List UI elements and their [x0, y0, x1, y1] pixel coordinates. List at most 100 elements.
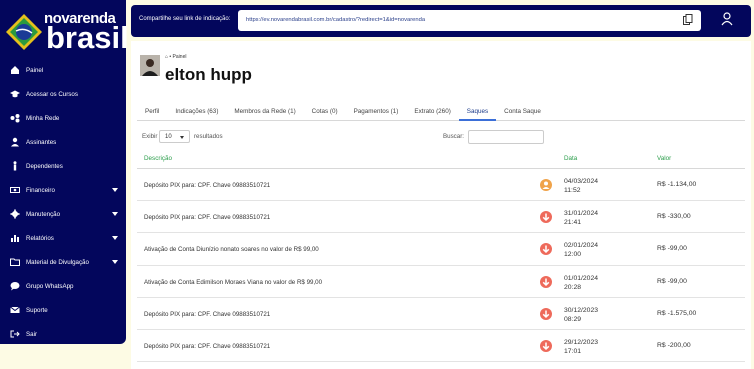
row-date: 02/01/2024	[564, 242, 599, 250]
row-time: 11:52	[564, 187, 581, 194]
flag-icon	[6, 14, 42, 50]
table-row: Depósito PIX para: CPF. Chave 0988351072…	[137, 298, 745, 330]
sidebar-item-sair[interactable]: Sair	[0, 322, 126, 346]
table-body: Depósito PIX para: CPF. Chave 0988351072…	[137, 169, 745, 363]
sidebar-item-manuten-o[interactable]: Manutenção	[0, 202, 126, 226]
home-icon	[10, 65, 20, 75]
money-icon	[10, 185, 20, 195]
arrow-down-status-icon	[540, 243, 552, 256]
breadcrumb: ⌂ • Painel	[165, 54, 186, 60]
main-panel: ⌂ • Painel elton hupp Perfil Indicações (…	[131, 41, 751, 369]
arrow-down-status-icon	[540, 339, 552, 352]
row-time: 21:41	[564, 219, 582, 227]
tab-membros-da-rede-1[interactable]: Membros da Rede (1)	[226, 103, 303, 121]
sidebar-item-label: Grupo WhatsApp	[26, 282, 74, 290]
header-date[interactable]: Data	[564, 155, 577, 162]
table-row: Depósito PIX para: CPF. Chave 0988351072…	[137, 330, 745, 363]
row-description: Depósito PIX para: CPF. Chave 0988351072…	[144, 342, 271, 350]
sidebar-item-minha-rede[interactable]: Minha Rede	[0, 106, 126, 130]
header-description[interactable]: Descrição	[144, 155, 172, 162]
show-label: Exibir	[142, 133, 158, 140]
row-time: 08:29	[564, 315, 582, 323]
table-header: Descrição Data Valor	[137, 148, 745, 169]
sidebar-item-label: Minha Rede	[26, 114, 60, 122]
tab-pagamentos-1[interactable]: Pagamentos (1)	[346, 103, 407, 121]
tab-indica-es-63[interactable]: Indicações (63)	[167, 103, 226, 121]
sidebar-item-label: Dependentes	[26, 162, 63, 170]
sidebar-item-label: Assinantes	[26, 138, 57, 146]
row-description: Depósito PIX para: CPF. Chave 0988351072…	[144, 182, 271, 189]
sidebar-item-relat-rios[interactable]: Relatórios	[0, 226, 126, 250]
sidebar-item-material-de-divulga-o[interactable]: Material de Divulgação	[0, 250, 126, 274]
sidebar-item-suporte[interactable]: Suporte	[0, 298, 126, 322]
row-description: Ativação de Conta Diunízio nonato soares…	[144, 246, 319, 254]
sidebar-item-label: Sair	[26, 330, 38, 338]
sidebar-item-dependentes[interactable]: Dependentes	[0, 154, 126, 178]
row-datetime: 01/01/2024 20:28	[564, 274, 598, 292]
sidebar-item-acessar-os-cursos[interactable]: Acessar os Cursos	[0, 82, 126, 106]
caret-down-icon	[112, 236, 118, 240]
share-label: Compartilhe seu link de indicação:	[139, 16, 231, 22]
avatar	[140, 55, 160, 76]
caret-down-icon	[112, 212, 118, 216]
sidebar-nav: Painel Acessar os Cursos Minha Rede Assinan…	[0, 58, 126, 346]
tab-perfil[interactable]: Perfil	[137, 103, 167, 121]
referral-link-text: https://ev.novarendabrasil.com.br/cadast…	[246, 17, 426, 23]
row-date: 04/03/2024	[564, 178, 599, 185]
chevron-down-icon	[180, 136, 184, 139]
sidebar-item-label: Manutenção	[26, 210, 61, 218]
table-row: Depósito PIX para: CPF. Chave 0988351072…	[137, 169, 745, 202]
brand-bottom: brasil	[46, 20, 129, 55]
row-value: R$ -330,00	[657, 213, 691, 221]
sidebar-item-financeiro[interactable]: Financeiro	[0, 178, 126, 202]
sidebar-item-painel[interactable]: Painel	[0, 58, 126, 82]
sidebar-item-label: Suporte	[26, 306, 48, 314]
arrow-down-status-icon	[540, 275, 552, 288]
table-row: Depósito PIX para: CPF. Chave 0988351072…	[137, 201, 745, 234]
page-size-select[interactable]: 10	[159, 130, 190, 143]
table-row: Ativação de Conta Edimilson Moraes Viana…	[137, 266, 745, 298]
caret-down-icon	[112, 260, 118, 264]
user-icon	[10, 137, 20, 147]
tab-extrato-260[interactable]: Extrato (260)	[406, 103, 458, 121]
sidebar-item-grupo-whatsapp[interactable]: Grupo WhatsApp	[0, 274, 126, 298]
copy-icon[interactable]	[683, 14, 693, 26]
tab-saques[interactable]: Saques	[458, 103, 497, 121]
row-value: R$ -1.134,00	[657, 181, 697, 188]
sidebar-item-assinantes[interactable]: Assinantes	[0, 130, 126, 154]
row-description: Depósito PIX para: CPF. Chave 0988351072…	[144, 214, 271, 222]
row-value: R$ -1.575,00	[657, 309, 697, 317]
topbar: Compartilhe seu link de indicação: https…	[131, 5, 751, 37]
arrow-down-status-icon	[540, 211, 552, 224]
tabs: Perfil Indicações (63) Membros da Rede (1)…	[137, 103, 745, 121]
search-input[interactable]	[468, 130, 544, 144]
table-controls: Exibir 10 resultados Buscar:	[142, 130, 742, 146]
arrow-down-status-icon	[540, 307, 552, 320]
tab-cotas-0[interactable]: Cotas (0)	[304, 103, 346, 121]
row-value: R$ -99,00	[657, 277, 687, 285]
tab-conta-saque[interactable]: Conta Saque	[496, 103, 549, 121]
home-icon[interactable]: ⌂	[165, 54, 168, 60]
network-icon	[10, 113, 20, 123]
mail-icon	[10, 305, 20, 315]
search-label: Buscar:	[443, 133, 464, 140]
bar-chart-icon	[10, 233, 20, 243]
sidebar-item-label: Financeiro	[26, 186, 55, 194]
row-datetime: 31/01/2024 21:41	[564, 209, 598, 227]
header-value[interactable]: Valor	[657, 155, 671, 162]
user-icon[interactable]	[721, 12, 733, 26]
referral-link-field[interactable]: https://ev.novarendabrasil.com.br/cadast…	[238, 10, 701, 31]
chat-icon	[10, 281, 20, 291]
page-size-value: 10	[165, 134, 172, 140]
sidebar-item-label: Painel	[26, 66, 44, 74]
sidebar: novarenda brasil Painel Acessar os Cursos…	[0, 0, 129, 346]
folder-icon	[10, 257, 20, 267]
person-icon	[10, 161, 20, 171]
row-date: 29/12/2023	[564, 338, 599, 346]
withdrawals-table: Descrição Data Valor Depósito PIX para: …	[137, 148, 745, 363]
row-datetime: 29/12/2023 17:01	[564, 338, 598, 356]
breadcrumb-label[interactable]: • Painel	[169, 54, 186, 60]
brand-logo[interactable]: novarenda brasil	[4, 6, 129, 56]
sidebar-item-label: Relatórios	[26, 234, 54, 242]
gear-icon	[10, 209, 20, 219]
